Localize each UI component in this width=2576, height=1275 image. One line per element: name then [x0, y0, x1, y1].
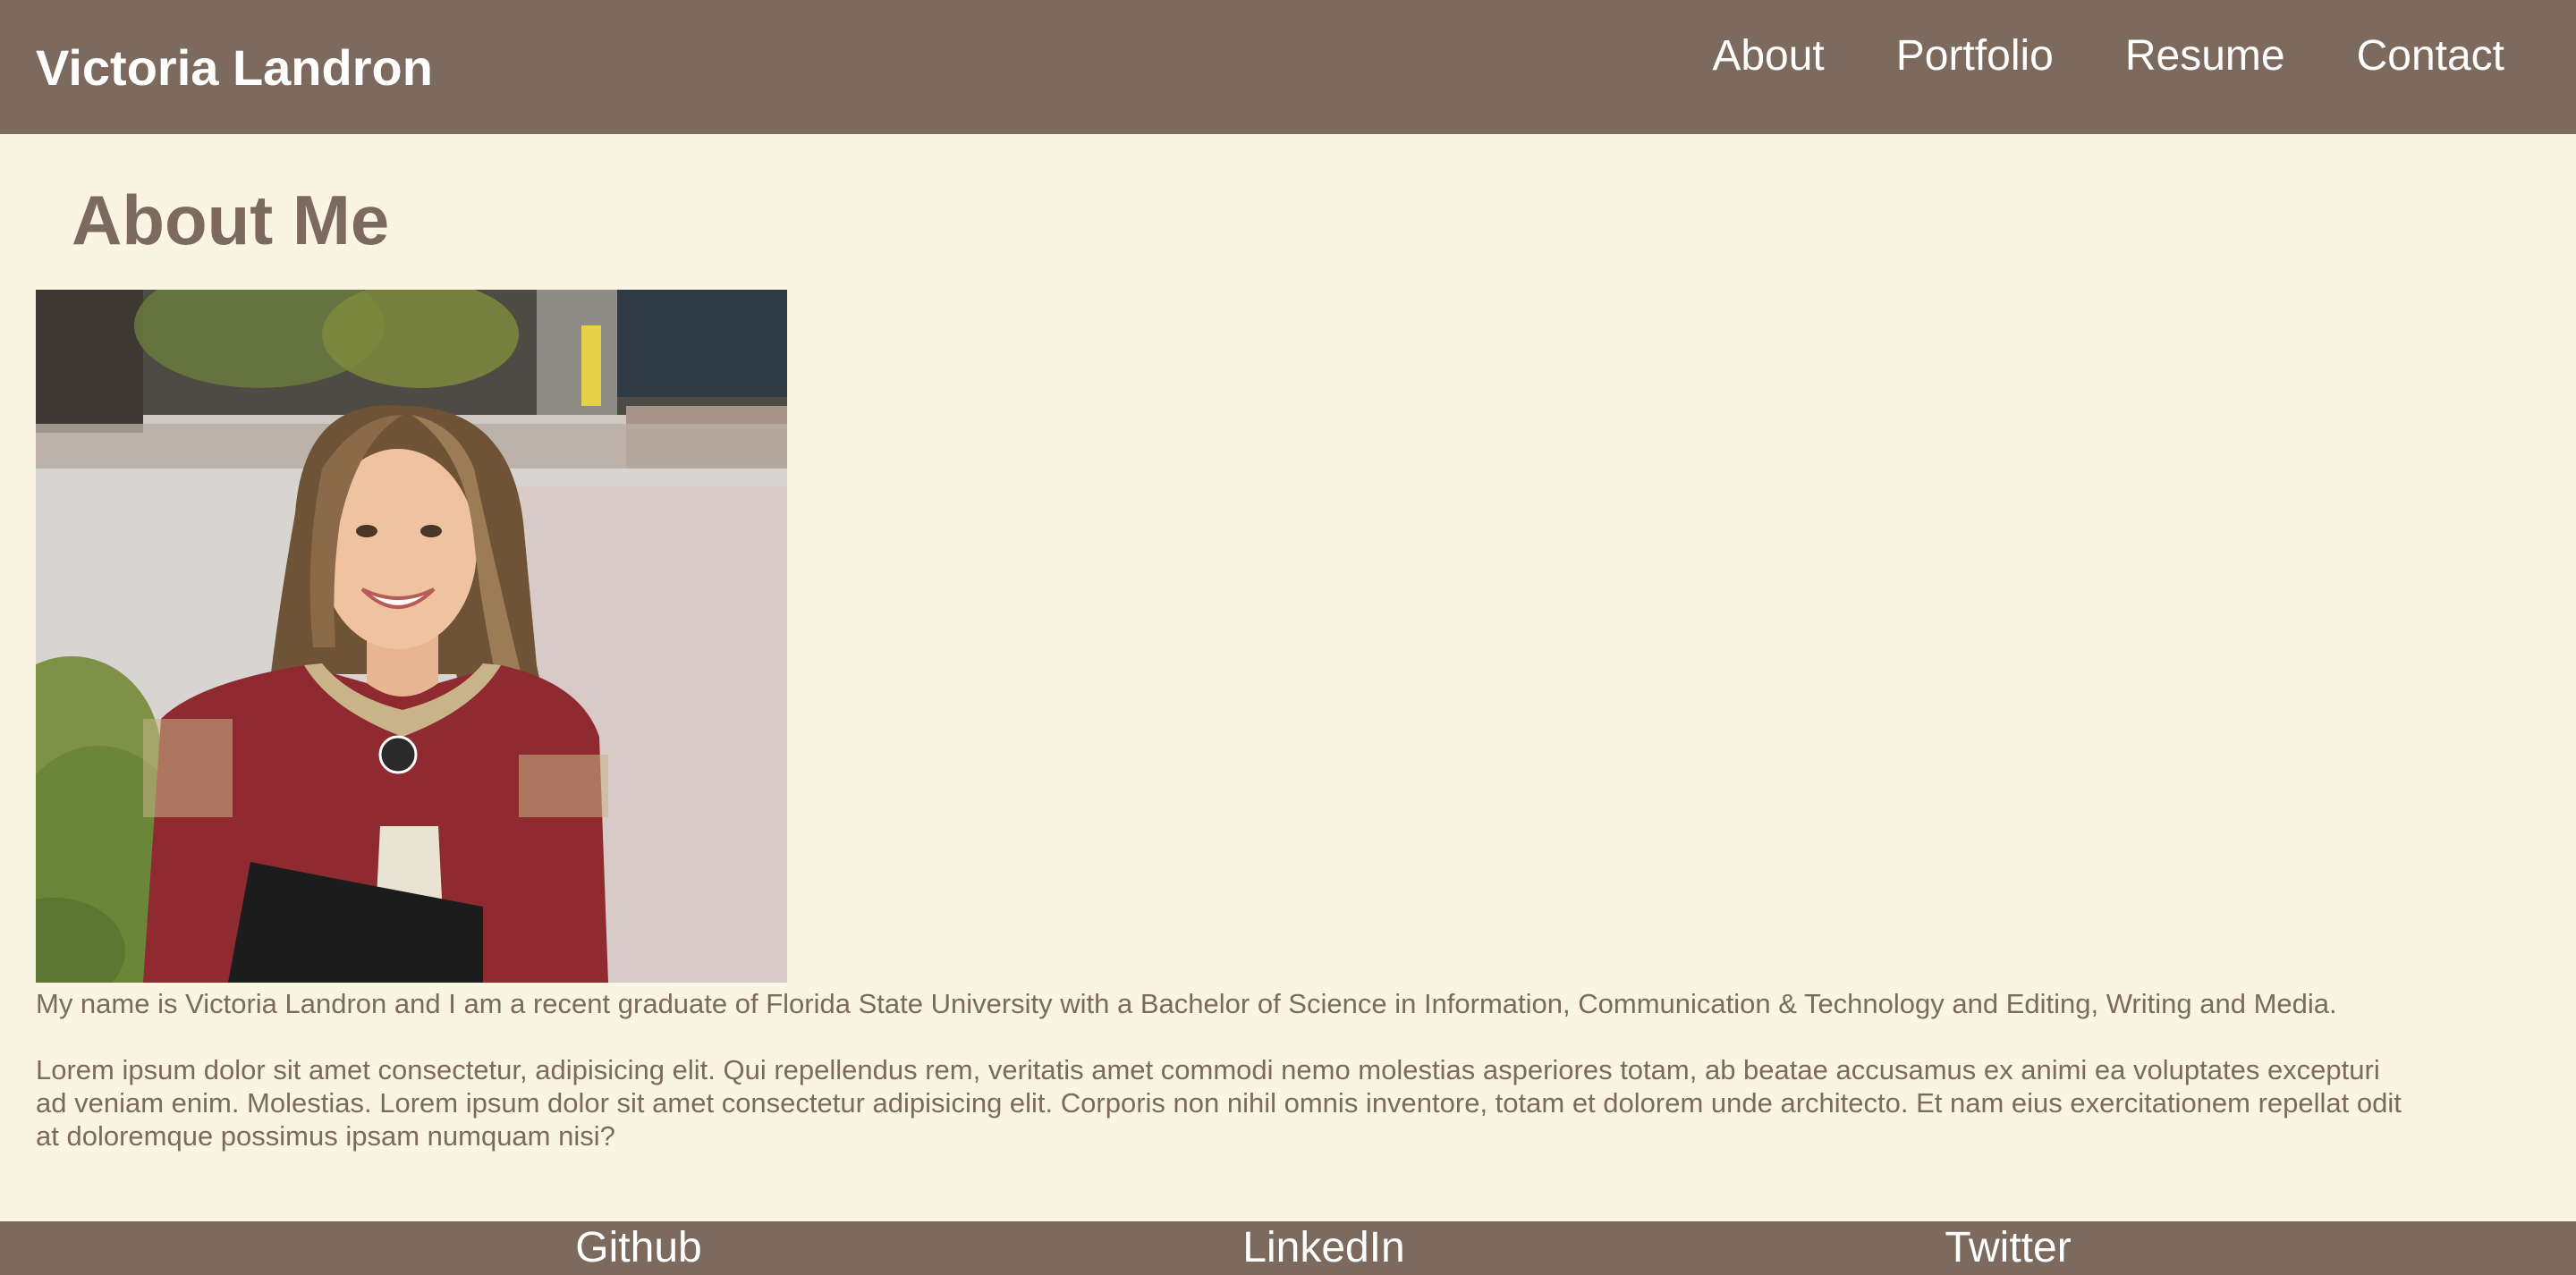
nav-list: About Portfolio Resume Contact [1712, 27, 2504, 86]
bio-text: My name is Victoria Landron and I am a r… [36, 987, 2415, 1153]
nav-link-contact[interactable]: Contact [2357, 32, 2504, 80]
footer-link-linkedin[interactable]: LinkedIn [1242, 1221, 1404, 1275]
nav-item-about: About [1712, 27, 1824, 86]
site-header: Victoria Landron About Portfolio Resume … [0, 0, 2576, 134]
profile-photo [36, 290, 787, 983]
site-title: Victoria Landron [36, 39, 433, 96]
bio-paragraph-intro: My name is Victoria Landron and I am a r… [36, 988, 2337, 1019]
nav-item-portfolio: Portfolio [1896, 27, 2054, 86]
nav-link-portfolio[interactable]: Portfolio [1896, 32, 2054, 80]
page-heading: About Me [72, 181, 390, 259]
nav-link-resume[interactable]: Resume [2125, 32, 2285, 80]
site-footer: Github LinkedIn Twitter [0, 1221, 2576, 1275]
nav-item-contact: Contact [2357, 27, 2504, 86]
footer-link-twitter[interactable]: Twitter [1945, 1221, 2071, 1275]
footer-link-github[interactable]: Github [575, 1221, 701, 1275]
bio-paragraph-lorem: Lorem ipsum dolor sit amet consectetur, … [36, 1054, 2402, 1152]
nav-item-resume: Resume [2125, 27, 2285, 86]
nav-link-about[interactable]: About [1712, 32, 1824, 80]
about-section: About Me My name is Victoria Landron and… [0, 134, 2576, 1221]
